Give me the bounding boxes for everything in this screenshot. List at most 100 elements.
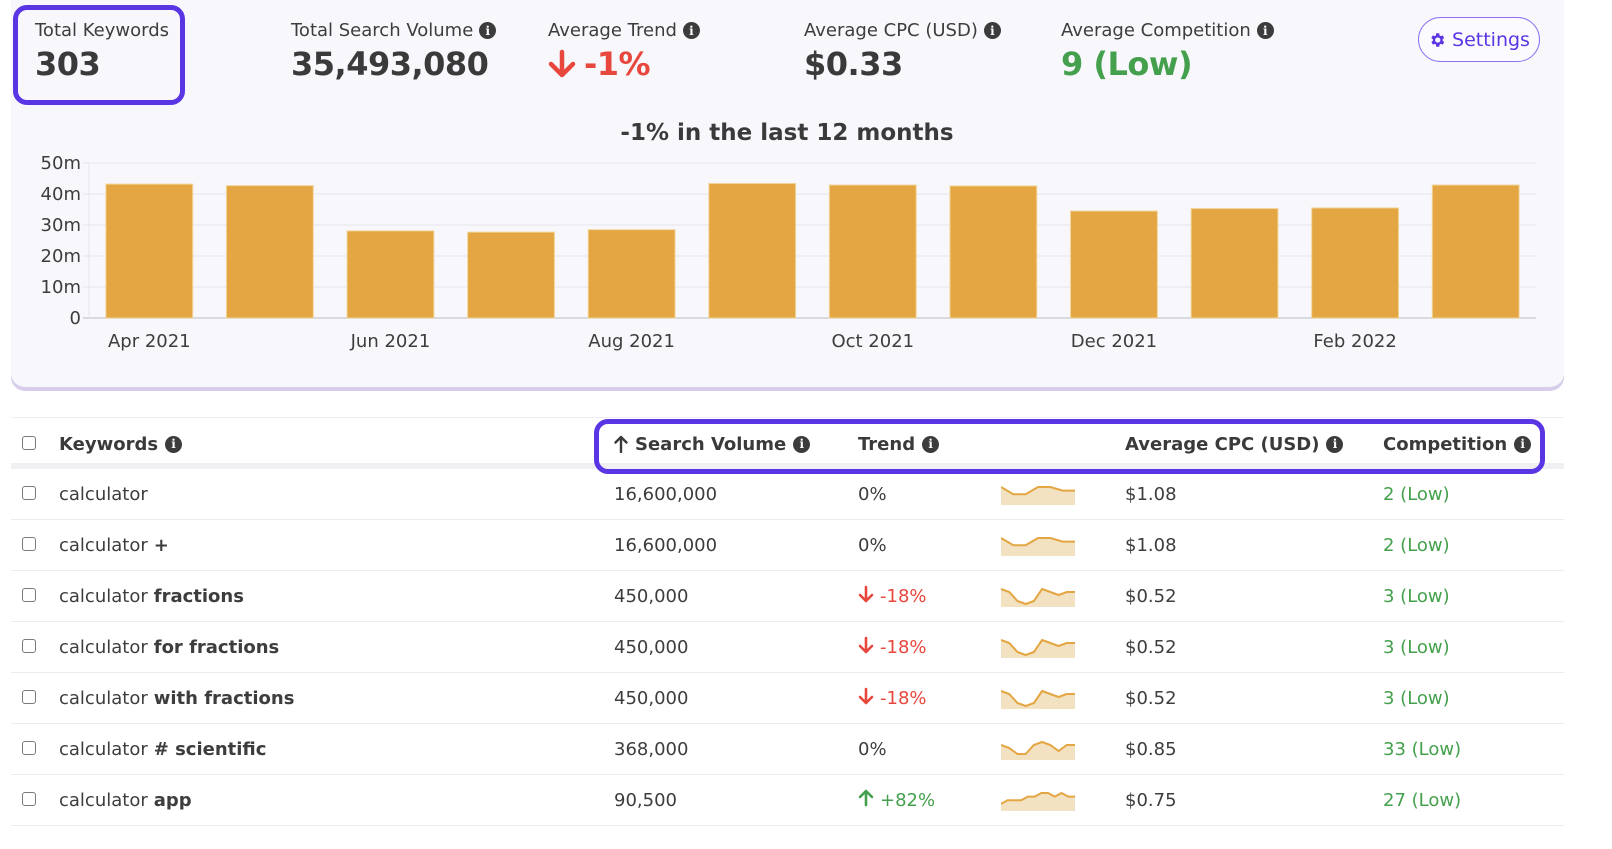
- trend-cell: +82%: [858, 775, 935, 826]
- x-tick-label: Jun 2021: [350, 331, 431, 352]
- y-tick-label: 10m: [41, 277, 81, 298]
- row-checkbox[interactable]: [22, 537, 36, 551]
- table-row[interactable]: calculator for fractions 450,000 -18% $0…: [11, 622, 1564, 673]
- keyword-cell[interactable]: calculator: [59, 469, 154, 520]
- stat-value: 303: [35, 45, 101, 83]
- keyword-base: calculator: [59, 739, 148, 760]
- trend-sparkline: [1001, 740, 1075, 760]
- keyword-cell[interactable]: calculator for fractions: [59, 622, 279, 673]
- x-tick-label: Dec 2021: [1071, 331, 1157, 352]
- cpc-cell: $0.85: [1125, 739, 1177, 760]
- table-row[interactable]: calculator fractions 450,000 -18% $0.52 …: [11, 571, 1564, 622]
- keyword-modifier: with fractions: [153, 688, 295, 709]
- stat-value: 9 (Low): [1061, 45, 1193, 83]
- highlight-metric-columns: [594, 419, 1545, 474]
- info-icon[interactable]: i: [682, 22, 700, 39]
- search-volume-cell: 16,600,000: [614, 535, 718, 556]
- settings-button[interactable]: Settings: [1418, 17, 1540, 62]
- sparkline-area: [1001, 640, 1075, 658]
- search-volume-cell: 450,000: [614, 688, 689, 709]
- x-tick-label: Aug 2021: [588, 331, 675, 352]
- competition-cell: 3 (Low): [1383, 637, 1450, 658]
- keyword-cell[interactable]: calculator app: [59, 775, 192, 826]
- table-row[interactable]: calculator app 90,500 +82% $0.75 27 (Low…: [11, 775, 1564, 826]
- bar-oct-2021: [828, 184, 917, 319]
- bar-jul-2021: [467, 231, 555, 319]
- trend-cell: -18%: [858, 622, 927, 673]
- row-checkbox[interactable]: [22, 639, 36, 653]
- bar-jan-2022: [1190, 208, 1279, 319]
- stat-label: Average Competition: [1061, 20, 1251, 41]
- stat-value: $0.33: [804, 45, 903, 83]
- sparkline-area: [1001, 691, 1075, 709]
- search-volume-cell: 368,000: [614, 739, 689, 760]
- info-icon[interactable]: i: [1256, 22, 1274, 39]
- keyword-cell[interactable]: calculator with fractions: [59, 673, 294, 724]
- bar-aug-2021: [587, 229, 676, 319]
- cpc-cell: $0.75: [1125, 790, 1177, 811]
- sparkline-area: [1001, 589, 1075, 607]
- keyword-cell[interactable]: calculator # scientific: [59, 724, 266, 775]
- y-tick-label: 20m: [41, 246, 81, 267]
- bar-jun-2021: [346, 230, 435, 319]
- trend-cell: 0%: [858, 724, 887, 775]
- stat-average-cpc: Average CPC (USD) i $0.33: [804, 20, 1001, 83]
- keyword-modifier: for fractions: [153, 637, 280, 658]
- competition-cell: 2 (Low): [1383, 484, 1450, 505]
- search-volume-cell: 450,000: [614, 637, 689, 658]
- table-row[interactable]: calculator # scientific 368,000 0% $0.85…: [11, 724, 1564, 775]
- keyword-modifier: +: [153, 535, 169, 556]
- info-icon[interactable]: i: [479, 22, 497, 39]
- stat-value: -1%: [584, 45, 651, 83]
- keyword-cell[interactable]: calculator fractions: [59, 571, 244, 622]
- x-tick-label: Apr 2021: [108, 331, 191, 352]
- trend-sparkline: [1001, 638, 1075, 658]
- keyword-modifier: app: [153, 790, 192, 811]
- keyword-cell[interactable]: calculator +: [59, 520, 169, 571]
- column-header-keywords[interactable]: Keywords i: [59, 418, 183, 470]
- stat-label: Average Trend: [548, 20, 677, 41]
- search-volume-cell: 90,500: [614, 790, 677, 811]
- competition-cell: 33 (Low): [1383, 739, 1462, 760]
- bar-nov-2021: [949, 185, 1038, 319]
- table-body: calculator 16,600,000 0% $1.08 2 (Low) c…: [11, 469, 1564, 826]
- search-volume-cell: 16,600,000: [614, 484, 718, 505]
- keywords-table: Keywords i Search Volume i Trend i Avera…: [11, 417, 1564, 826]
- competition-cell: 3 (Low): [1383, 688, 1450, 709]
- trend-sparkline: [1001, 486, 1075, 505]
- settings-label: Settings: [1452, 28, 1530, 51]
- stat-label: Total Keywords: [35, 20, 170, 41]
- trend-value: +82%: [880, 790, 936, 811]
- table-row[interactable]: calculator + 16,600,000 0% $1.08 2 (Low): [11, 520, 1564, 571]
- bar-may-2021: [225, 185, 314, 319]
- row-checkbox[interactable]: [22, 741, 36, 755]
- trend-cell: -18%: [858, 673, 927, 724]
- info-icon[interactable]: i: [983, 22, 1001, 39]
- row-checkbox[interactable]: [22, 486, 36, 500]
- select-all-checkbox[interactable]: [22, 436, 36, 450]
- stat-total-search-volume: Total Search Volume i 35,493,080: [291, 20, 497, 83]
- row-checkbox[interactable]: [22, 690, 36, 704]
- table-row[interactable]: calculator with fractions 450,000 -18% $…: [11, 673, 1564, 724]
- x-tick-label: Oct 2021: [831, 331, 914, 352]
- row-checkbox[interactable]: [22, 792, 36, 806]
- arrow-down-icon: [858, 636, 874, 659]
- bar-dec-2021: [1070, 210, 1158, 319]
- cpc-cell: $1.08: [1125, 535, 1177, 556]
- info-icon[interactable]: i: [165, 435, 183, 453]
- trend-sparkline: [1001, 689, 1075, 709]
- keyword-base: calculator: [59, 637, 148, 658]
- column-label: Keywords: [59, 433, 159, 455]
- trend-value: 0%: [858, 535, 887, 556]
- y-tick-label: 0: [70, 308, 81, 329]
- stat-label: Total Search Volume: [291, 20, 474, 41]
- cpc-cell: $0.52: [1125, 688, 1177, 709]
- bar-apr-2021: [105, 183, 194, 319]
- keyword-base: calculator: [59, 790, 148, 811]
- row-checkbox[interactable]: [22, 588, 36, 602]
- table-row[interactable]: calculator 16,600,000 0% $1.08 2 (Low): [11, 469, 1564, 520]
- y-tick-label: 40m: [41, 184, 81, 205]
- arrow-down-icon: [858, 585, 874, 608]
- trend-cell: -18%: [858, 571, 927, 622]
- competition-cell: 27 (Low): [1383, 790, 1462, 811]
